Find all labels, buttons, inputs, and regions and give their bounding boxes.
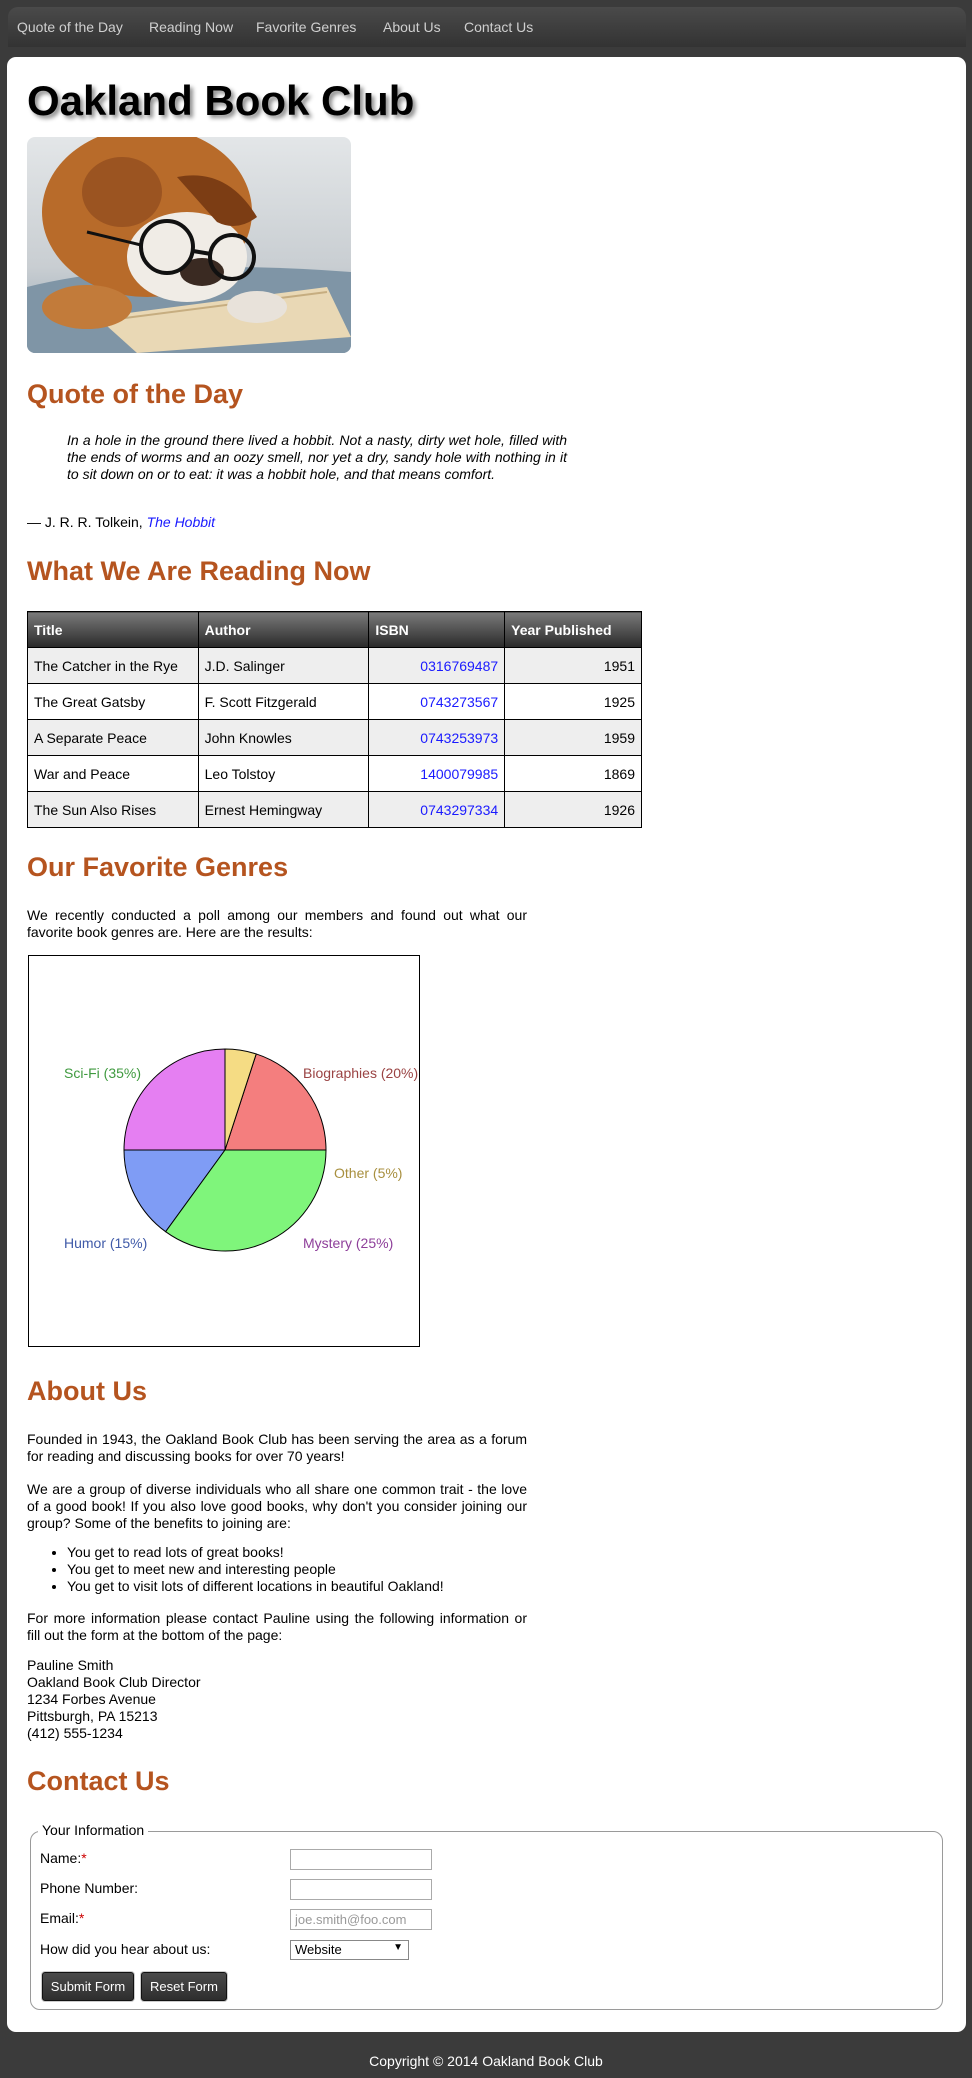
cell-title: The Great Gatsby [27,683,199,720]
cell-isbn-link[interactable]: 0743253973 [368,719,506,756]
cell-year: 1951 [504,647,642,684]
cell-author: Leo Tolstoy [197,755,370,792]
benefits-list: You get to read lots of great books! You… [47,1544,444,1595]
cell-title: A Separate Peace [27,719,199,756]
table-row: War and Peace Leo Tolstoy 1400079985 186… [27,755,642,792]
quote-author: — J. R. R. Tolkein, [27,514,147,530]
address-street: 1234 Forbes Avenue [27,1691,156,1707]
quote-attribution: — J. R. R. Tolkein, The Hobbit [27,514,215,530]
address-name: Pauline Smith [27,1657,114,1673]
nav-about-us[interactable]: About Us [383,19,441,35]
name-label: Name:* [40,1850,87,1866]
cell-title: War and Peace [27,755,199,792]
cell-isbn-link[interactable]: 0743273567 [368,683,506,720]
required-mark: * [81,1850,87,1866]
hero-image-bulldog-reading [27,137,351,353]
cell-year: 1959 [504,719,642,756]
phone-input[interactable] [290,1879,432,1900]
cell-year: 1869 [504,755,642,792]
reset-button[interactable]: Reset Form [141,1972,227,2001]
how-heard-select[interactable]: Website ▼ [290,1940,409,1960]
contact-heading: Contact Us [27,1766,170,1796]
quote-heading: Quote of the Day [27,379,244,409]
name-input[interactable] [290,1849,432,1870]
cell-author: Ernest Hemingway [197,791,370,828]
pie-slice-label: Humor (15%) [64,1235,147,1251]
address-city: Pittsburgh, PA 15213 [27,1708,158,1724]
contact-address: Pauline Smith Oakland Book Club Director… [27,1657,201,1742]
about-paragraph-group: We are a group of diverse individuals wh… [27,1481,527,1531]
table-header-row: Title Author ISBN Year Published [27,611,642,648]
pie-slice-label: Mystery (25%) [303,1235,393,1251]
table-row: The Catcher in the Rye J.D. Salinger 031… [27,647,642,684]
address-title: Oakland Book Club Director [27,1674,201,1690]
pie-chart-svg: Biographies (20%) Other (5%) Mystery (25%)… [64,1048,418,1252]
about-heading: About Us [27,1376,147,1406]
dropdown-arrow-icon: ▼ [393,1942,403,1953]
column-header-isbn: ISBN [368,611,506,648]
cell-year: 1926 [504,791,642,828]
required-mark: * [78,1910,85,1926]
submit-button[interactable]: Submit Form [42,1972,134,2001]
cell-isbn-link[interactable]: 0316769487 [368,647,506,684]
list-item: You get to meet new and interesting peop… [67,1561,444,1578]
cell-title: The Sun Also Rises [27,791,199,828]
how-heard-selected: Website [295,1942,342,1957]
top-navigation: Quote of the Day Reading Now Favorite Ge… [8,7,966,47]
nav-reading-now[interactable]: Reading Now [149,19,233,35]
footer-copyright: Copyright © 2014 Oakland Book Club [369,2053,603,2069]
name-label-text: Name: [40,1850,82,1866]
cell-isbn-link[interactable]: 1400079985 [368,755,506,792]
page-title: Oakland Book Club [27,77,415,124]
table-row: The Sun Also Rises Ernest Hemingway 0743… [27,791,642,828]
about-paragraph-contact: For more information please contact Paul… [27,1610,527,1643]
about-paragraph-founded: Founded in 1943, the Oakland Book Club h… [27,1431,527,1464]
pie-slice-label: Sci-Fi (35%) [64,1065,141,1081]
reading-table: Title Author ISBN Year Published The Cat… [27,611,642,828]
fieldset-legend: Your Information [38,1822,149,1838]
reading-heading: What We Are Reading Now [27,556,371,586]
email-input[interactable] [290,1909,432,1930]
email-label: Email:* [40,1910,84,1926]
how-heard-label: How did you hear about us: [40,1941,211,1957]
email-label-text: Email: [40,1910,79,1926]
cell-isbn-link[interactable]: 0743297334 [368,791,506,828]
cell-author: John Knowles [197,719,370,756]
nav-quote-of-the-day[interactable]: Quote of the Day [17,19,123,35]
cell-author: F. Scott Fitzgerald [197,683,370,720]
genre-pie-chart: Biographies (20%) Other (5%) Mystery (25%)… [28,955,420,1347]
nav-contact-us[interactable]: Contact Us [464,19,533,35]
cell-year: 1925 [504,683,642,720]
table-row: The Great Gatsby F. Scott Fitzgerald 074… [27,683,642,720]
genres-heading: Our Favorite Genres [27,852,289,882]
column-header-author: Author [197,611,370,648]
list-item: You get to visit lots of different locat… [67,1578,444,1595]
list-item: You get to read lots of great books! [67,1544,444,1561]
quote-text: In a hole in the ground there lived a ho… [67,432,567,482]
table-row: A Separate Peace John Knowles 0743253973… [27,719,642,756]
genres-intro: We recently conducted a poll among our m… [27,907,527,940]
quote-book-link[interactable]: The Hobbit [147,514,215,530]
cell-title: The Catcher in the Rye [27,647,199,684]
column-header-title: Title [27,611,199,648]
pie-slice-label: Biographies (20%) [303,1065,418,1081]
column-header-year: Year Published [504,611,642,648]
phone-label: Phone Number: [40,1880,139,1896]
nav-favorite-genres[interactable]: Favorite Genres [256,19,356,35]
cell-author: J.D. Salinger [197,647,370,684]
pie-slice-label: Other (5%) [334,1165,402,1181]
address-phone: (412) 555-1234 [27,1725,123,1741]
